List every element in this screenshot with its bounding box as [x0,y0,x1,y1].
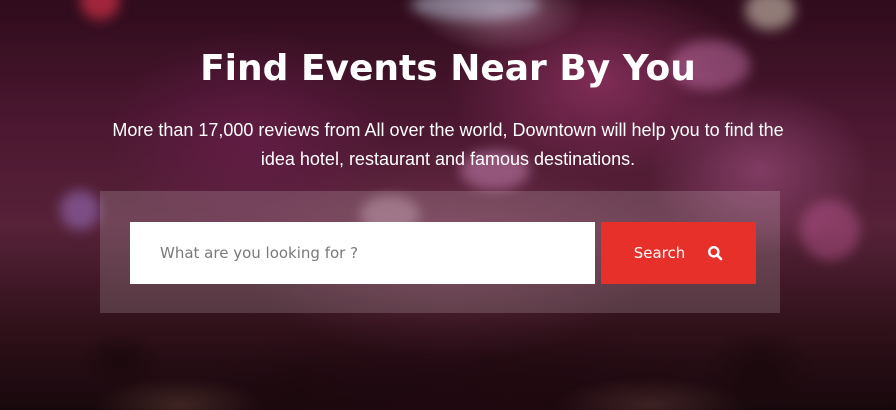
hero-banner: Find Events Near By You More than 17,000… [0,0,896,410]
hero-subtitle: More than 17,000 reviews from All over t… [40,116,856,174]
search-panel: Search [100,191,780,313]
hero-subtitle-line-1: More than 17,000 reviews from All over t… [112,120,784,140]
search-button[interactable]: Search [601,222,756,284]
hero-content: Find Events Near By You More than 17,000… [0,0,896,410]
search-icon [707,245,723,261]
hero-subtitle-line-2: idea hotel, restaurant and famous destin… [260,149,636,169]
search-button-label: Search [633,244,686,262]
page-title: Find Events Near By You [200,48,696,89]
search-input[interactable] [130,222,595,284]
